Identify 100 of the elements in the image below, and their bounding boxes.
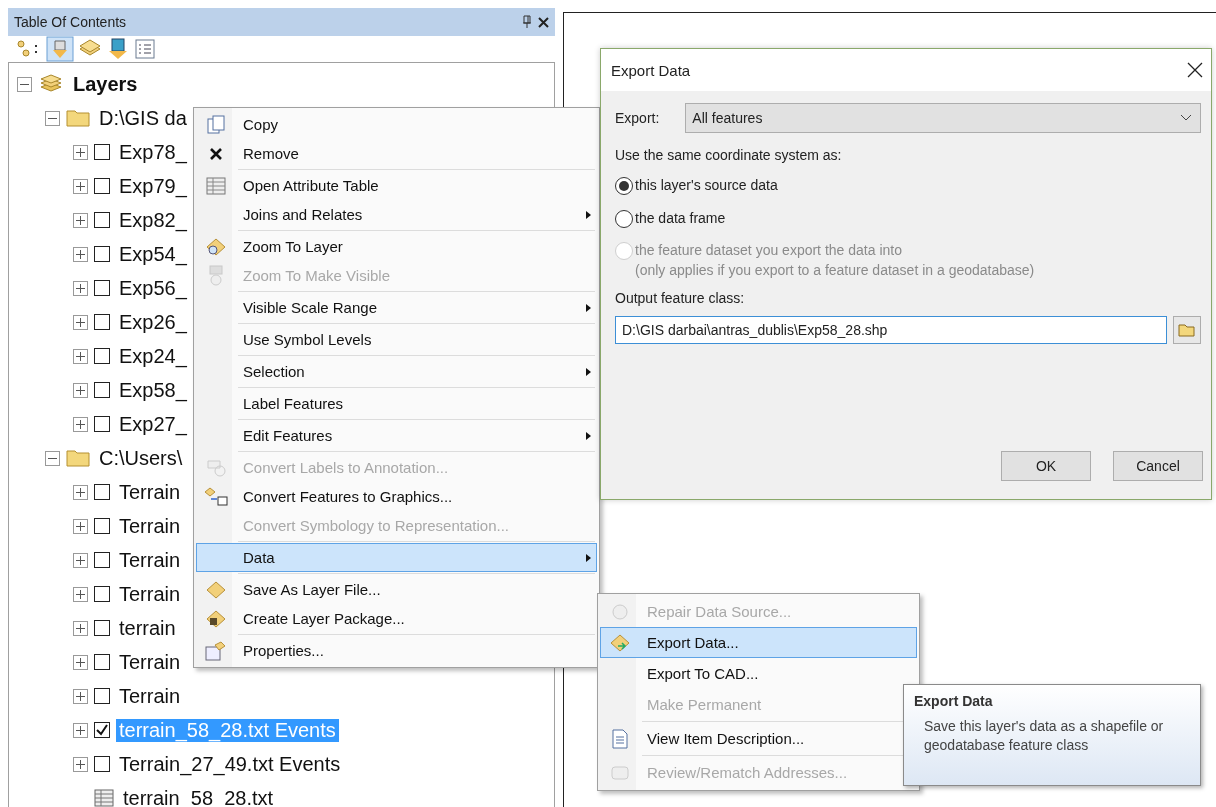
layer-checkbox[interactable]	[94, 688, 110, 704]
panel-title: Table Of Contents	[14, 14, 128, 30]
menu-item[interactable]: Label Features	[196, 389, 597, 418]
layer-checkbox[interactable]	[94, 722, 110, 738]
layer-name[interactable]: Exp79_	[116, 174, 190, 198]
menu-item[interactable]: Data	[196, 543, 597, 572]
layer-checkbox[interactable]	[94, 246, 110, 262]
layer-checkbox[interactable]	[94, 518, 110, 534]
layer-name[interactable]: Exp24_	[116, 344, 190, 368]
menu-item[interactable]: Edit Features	[196, 421, 597, 450]
expand-button[interactable]	[73, 518, 88, 534]
layer-checkbox[interactable]	[94, 620, 110, 636]
dialog-button[interactable]: OK	[1001, 451, 1091, 481]
expand-button[interactable]	[73, 688, 88, 704]
layer-name[interactable]: Layers	[70, 72, 141, 96]
layer-name[interactable]: Terrain	[116, 650, 184, 674]
dialog-button[interactable]: Cancel	[1113, 451, 1203, 481]
layer-name[interactable]: Terrain	[116, 480, 184, 504]
layer-checkbox[interactable]	[94, 178, 110, 194]
layer-name[interactable]: Exp78_	[116, 140, 190, 164]
menu-item[interactable]: Save As Layer File...	[196, 575, 597, 604]
close-icon[interactable]	[1187, 62, 1203, 78]
layer-name[interactable]: Exp58_	[116, 378, 190, 402]
menu-item[interactable]: Selection	[196, 357, 597, 386]
layer-name[interactable]: Terrain	[116, 684, 184, 708]
plus-icon	[76, 759, 85, 769]
layer-file-icon	[205, 579, 227, 600]
layer-checkbox[interactable]	[94, 552, 110, 568]
menu-item[interactable]: Properties...	[196, 636, 597, 665]
menu-item[interactable]: Remove	[196, 139, 597, 168]
layer-name[interactable]: C:\Users\	[96, 446, 186, 470]
layer-checkbox[interactable]	[94, 144, 110, 160]
expand-button[interactable]	[73, 416, 88, 432]
layer-checkbox[interactable]	[94, 280, 110, 296]
menu-item[interactable]: Joins and Relates	[196, 200, 597, 229]
plus-icon	[76, 623, 85, 633]
expand-button[interactable]	[73, 212, 88, 228]
layer-checkbox[interactable]	[94, 484, 110, 500]
layer-checkbox[interactable]	[94, 348, 110, 364]
radio-button[interactable]	[615, 177, 633, 195]
table-icon	[206, 176, 226, 195]
folder-icon	[66, 448, 90, 468]
coordinate-label: Use the same coordinate system as:	[615, 147, 843, 163]
layer-checkbox[interactable]	[94, 756, 110, 772]
menu-item[interactable]: Open Attribute Table	[196, 171, 597, 200]
layer-name[interactable]: Terrain	[116, 548, 184, 572]
menu-item[interactable]: Use Symbol Levels	[196, 325, 597, 354]
expand-button[interactable]	[73, 722, 88, 738]
expand-button[interactable]	[73, 756, 88, 772]
menu-item[interactable]: Export To CAD...	[600, 658, 917, 689]
menu-item[interactable]: Create Layer Package...	[196, 604, 597, 633]
expand-button[interactable]	[73, 280, 88, 296]
expand-button[interactable]	[73, 348, 88, 364]
expand-button[interactable]	[73, 484, 88, 500]
collapse-button[interactable]	[45, 110, 60, 126]
plus-icon	[76, 385, 85, 395]
output-field[interactable]: D:\GIS darbai\antras_dublis\Exp58_28.shp	[615, 316, 1167, 345]
layer-checkbox[interactable]	[94, 382, 110, 398]
radio-button[interactable]	[615, 209, 633, 228]
expand-button[interactable]	[73, 586, 88, 602]
folder-icon	[1178, 322, 1196, 339]
repair-icon	[610, 601, 630, 622]
layer-name[interactable]: D:\GIS da	[96, 106, 190, 130]
close-icon	[209, 146, 223, 161]
layer-name[interactable]: terrain	[116, 616, 179, 640]
layer-name[interactable]: terrain_58_28.txt	[120, 786, 277, 807]
layer-name[interactable]: Exp54_	[116, 242, 190, 266]
collapse-button[interactable]	[45, 450, 60, 466]
expand-button[interactable]	[73, 382, 88, 398]
menu-item[interactable]: Export Data...	[600, 627, 917, 658]
expand-button[interactable]	[73, 246, 88, 262]
expand-button[interactable]	[73, 654, 88, 670]
menu-item[interactable]: Convert Features to Graphics...	[196, 482, 597, 511]
expand-button[interactable]	[73, 314, 88, 330]
layer-name[interactable]: Exp56_	[116, 276, 190, 300]
radio-label: the data frame	[635, 208, 726, 228]
options-icon[interactable]	[134, 38, 156, 60]
expand-button[interactable]	[73, 144, 88, 160]
menu-item[interactable]: Copy	[196, 110, 597, 139]
menu-item[interactable]: Visible Scale Range	[196, 293, 597, 322]
expand-button[interactable]	[73, 178, 88, 194]
layer-name[interactable]: Terrain	[116, 582, 184, 606]
layer-checkbox[interactable]	[94, 416, 110, 432]
layer-checkbox[interactable]	[94, 314, 110, 330]
layer-name[interactable]: Terrain_27_49.txt Events	[116, 752, 344, 776]
expand-button[interactable]	[73, 552, 88, 568]
menu-item[interactable]: Zoom To Layer	[196, 232, 597, 261]
export-dropdown[interactable]: All features	[685, 103, 1201, 133]
layer-checkbox[interactable]	[94, 212, 110, 228]
layer-checkbox[interactable]	[94, 654, 110, 670]
layer-name[interactable]: Exp82_	[116, 208, 190, 232]
layer-name[interactable]: Terrain	[116, 514, 184, 538]
folder-icon	[66, 108, 90, 128]
layer-name[interactable]: Exp26_	[116, 310, 190, 334]
plus-icon	[76, 521, 85, 531]
layer-name[interactable]: Exp27_	[116, 412, 190, 436]
plus-icon	[76, 147, 85, 157]
layer-checkbox[interactable]	[94, 586, 110, 602]
expand-button[interactable]	[73, 620, 88, 636]
collapse-button[interactable]	[17, 76, 32, 92]
